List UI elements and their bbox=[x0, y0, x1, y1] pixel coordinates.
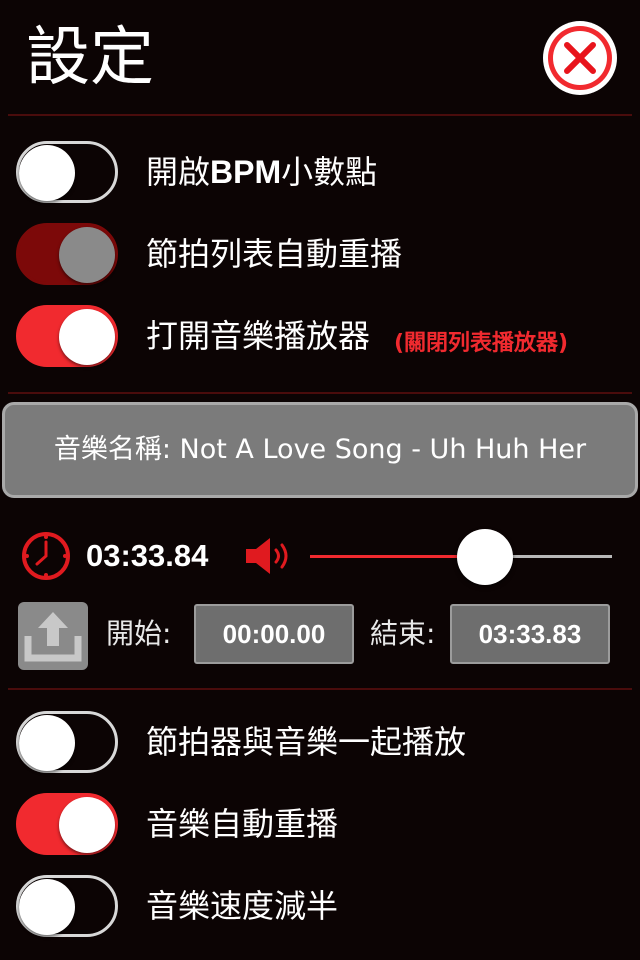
export-button[interactable] bbox=[18, 602, 88, 670]
start-time-field[interactable]: 00:00.00 bbox=[194, 604, 354, 664]
volume-slider-thumb[interactable] bbox=[457, 529, 513, 585]
music-player-note: (關閉列表播放器) bbox=[394, 331, 569, 356]
toggle-knob bbox=[19, 715, 75, 771]
music-player-label: 打開音樂播放器 bbox=[146, 317, 371, 355]
beatlist-repeat-label: 節拍列表自動重播 bbox=[146, 235, 403, 273]
toggle-knob bbox=[59, 227, 115, 283]
setting-row-metronome-with-music: 節拍器與音樂一起播放 bbox=[0, 710, 640, 774]
music-repeat-label: 音樂自動重播 bbox=[146, 805, 339, 843]
bpm-decimal-label: 開啟BPM小數點 bbox=[146, 153, 378, 191]
close-x-circle-icon bbox=[543, 21, 617, 95]
end-time-field[interactable]: 03:33.83 bbox=[450, 604, 610, 664]
clock-icon bbox=[22, 532, 70, 580]
beatlist-repeat-toggle[interactable] bbox=[16, 223, 118, 285]
half-speed-label: 音樂速度減半 bbox=[146, 887, 339, 925]
music-repeat-toggle[interactable] bbox=[16, 793, 118, 855]
setting-row-music-repeat: 音樂自動重播 bbox=[0, 792, 640, 856]
toggle-knob bbox=[59, 797, 115, 853]
upload-share-icon bbox=[24, 612, 82, 662]
end-label: 結束: bbox=[370, 617, 436, 650]
metronome-with-music-label: 節拍器與音樂一起播放 bbox=[146, 723, 467, 761]
divider bbox=[8, 392, 632, 394]
music-player-toggle[interactable] bbox=[16, 305, 118, 367]
page-title: 設定 bbox=[26, 21, 154, 95]
setting-row-bpm-decimal: 開啟BPM小數點 bbox=[0, 140, 640, 204]
bpm-decimal-toggle[interactable] bbox=[16, 141, 118, 203]
setting-row-beatlist-repeat: 節拍列表自動重播 bbox=[0, 222, 640, 286]
metronome-with-music-toggle[interactable] bbox=[16, 711, 118, 773]
close-button[interactable] bbox=[540, 18, 620, 98]
toggle-knob bbox=[19, 879, 75, 935]
setting-row-music-player: 打開音樂播放器 (關閉列表播放器) bbox=[0, 304, 640, 368]
start-label: 開始: bbox=[106, 617, 172, 650]
volume-slider[interactable] bbox=[310, 529, 612, 585]
current-time: 03:33.84 bbox=[86, 538, 209, 573]
half-speed-toggle[interactable] bbox=[16, 875, 118, 937]
divider bbox=[8, 688, 632, 690]
setting-row-half-speed: 音樂速度減半 bbox=[0, 874, 640, 938]
speaker-volume-icon[interactable] bbox=[244, 535, 294, 577]
music-name-button[interactable]: 音樂名稱: Not A Love Song - Uh Huh Her bbox=[2, 402, 638, 498]
toggle-knob bbox=[59, 309, 115, 365]
divider bbox=[8, 114, 632, 116]
toggle-knob bbox=[19, 145, 75, 201]
